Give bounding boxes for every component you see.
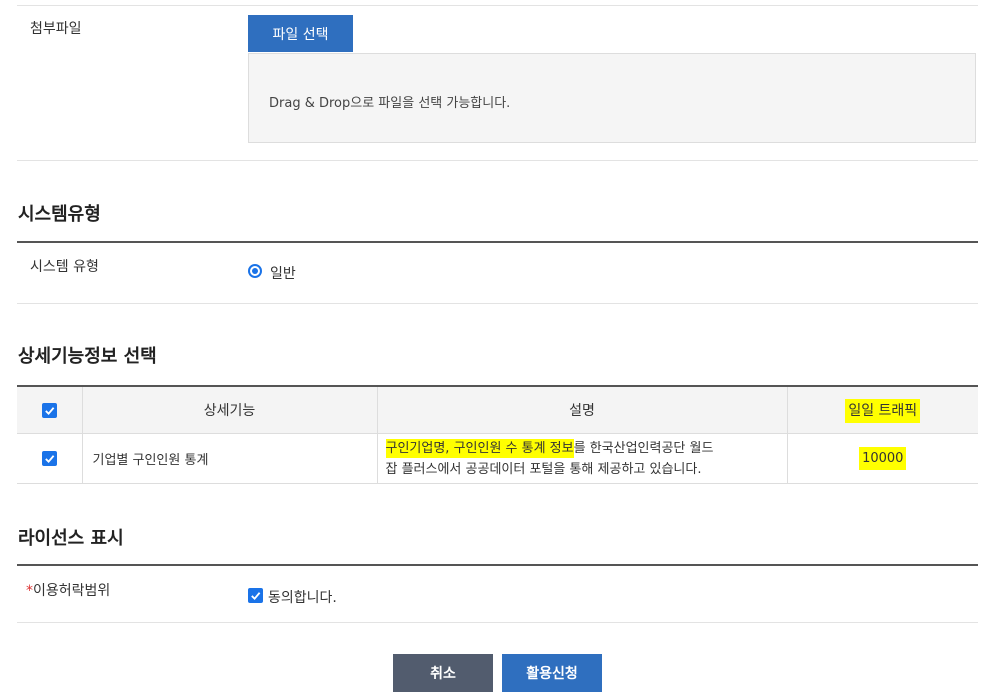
check-icon	[44, 406, 55, 415]
check-icon	[44, 455, 55, 464]
divider	[17, 303, 978, 304]
table-row: 기업별 구인인원 통계 구인기업명, 구인인원 수 통계 정보를 한국산업인력공…	[17, 433, 978, 484]
row-checkbox[interactable]	[41, 451, 57, 466]
detail-function-table: 상세기능 설명 일일 트래픽 기업별 구인인원 통계 구인기업명, 구인인원 수…	[17, 385, 978, 484]
agree-checkbox[interactable]	[248, 588, 263, 603]
radio-selected-dot	[252, 268, 258, 274]
section-divider	[17, 564, 978, 566]
license-label-text: 이용허락범위	[33, 583, 111, 599]
select-all-checkbox[interactable]	[41, 402, 57, 418]
description-text-1: 를 한국산업인력공단 월드	[573, 440, 714, 456]
traffic-header-text: 일일 트래픽	[845, 399, 921, 423]
description-header: 설명	[377, 385, 788, 434]
license-label: *이용허락범위	[26, 580, 110, 600]
system-type-section-title: 시스템유형	[18, 204, 101, 225]
file-drop-zone[interactable]: Drag & Drop으로 파일을 선택 가능합니다.	[248, 53, 976, 143]
file-select-button[interactable]: 파일 선택	[248, 15, 353, 52]
traffic-value: 10000	[859, 447, 907, 470]
divider	[17, 160, 978, 161]
description-text-2: 잡 플러스에서 공공데이터 포털을 통해 제공하고 있습니다.	[385, 461, 702, 477]
row-select-cell	[17, 433, 83, 484]
apply-button[interactable]: 활용신청	[502, 654, 602, 692]
required-mark: *	[26, 583, 33, 599]
description-highlight: 구인기업명, 구인인원 수 통계 정보	[385, 438, 574, 458]
top-divider	[17, 5, 978, 6]
cancel-button[interactable]: 취소	[393, 654, 493, 692]
table-header-row: 상세기능 설명 일일 트래픽	[17, 385, 978, 434]
traffic-cell: 10000	[787, 433, 978, 484]
check-icon	[251, 592, 261, 601]
detail-function-section-title: 상세기능정보 선택	[18, 346, 157, 367]
drop-hint-text: Drag & Drop으로 파일을 선택 가능합니다.	[269, 96, 511, 111]
license-section-title: 라이선스 표시	[18, 528, 124, 549]
section-divider	[17, 241, 978, 243]
system-type-label: 시스템 유형	[30, 259, 99, 275]
system-type-general-label[interactable]: 일반	[270, 263, 296, 283]
divider	[17, 622, 978, 623]
select-all-cell	[17, 385, 83, 434]
function-name-cell: 기업별 구인인원 통계	[82, 433, 378, 484]
system-type-general-radio[interactable]	[248, 264, 262, 278]
description-cell: 구인기업명, 구인인원 수 통계 정보를 한국산업인력공단 월드 잡 플러스에서…	[377, 433, 788, 484]
traffic-header: 일일 트래픽	[787, 385, 978, 434]
attachment-label: 첨부파일	[30, 21, 82, 37]
function-header: 상세기능	[82, 385, 378, 434]
agree-text[interactable]: 동의합니다.	[268, 587, 337, 607]
